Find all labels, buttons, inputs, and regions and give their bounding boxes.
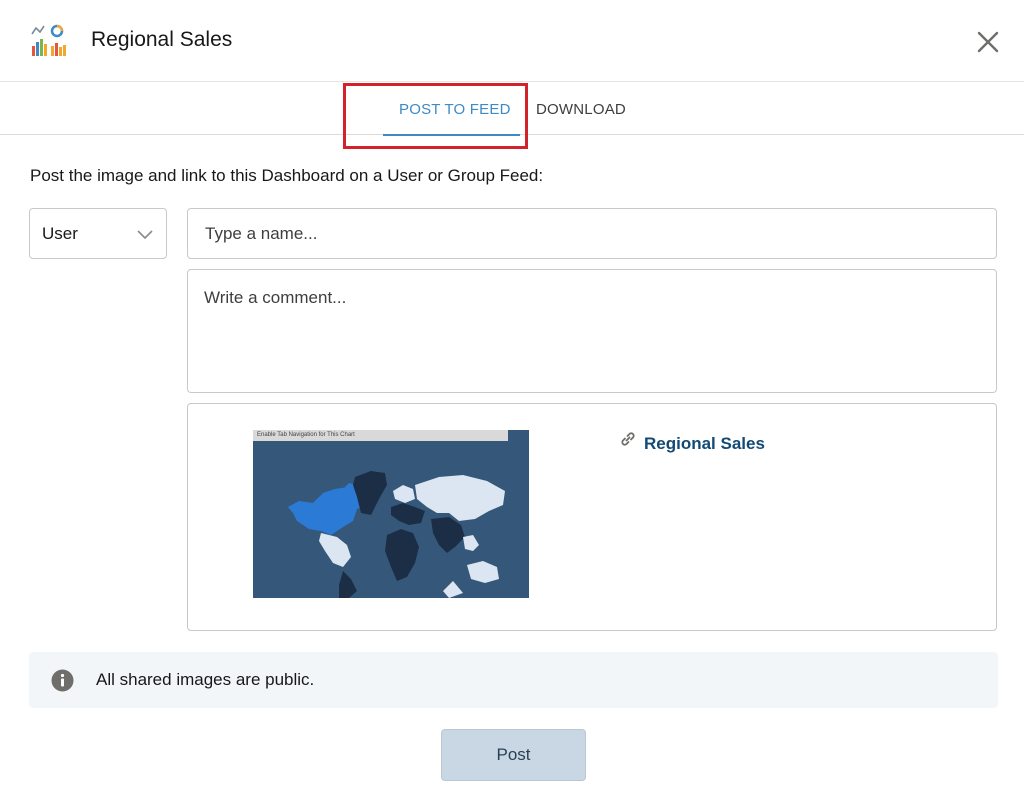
post-instruction: Post the image and link to this Dashboar… (30, 166, 544, 185)
notice-text: All shared images are public. (96, 670, 315, 689)
name-input[interactable] (187, 208, 997, 259)
public-images-notice: All shared images are public. (29, 652, 998, 708)
chevron-down-icon (137, 230, 153, 240)
comment-textarea[interactable] (187, 269, 997, 393)
modal-header: Regional Sales (0, 0, 1024, 82)
tab-download[interactable]: DOWNLOAD (536, 100, 626, 120)
dashboard-link[interactable]: Regional Sales (644, 433, 765, 455)
close-icon[interactable] (972, 26, 1004, 58)
feed-type-select[interactable]: User (29, 208, 167, 259)
modal-title: Regional Sales (91, 28, 233, 51)
thumbnail-banner: Enable Tab Navigation for This Chart (253, 430, 508, 441)
feed-type-value: User (42, 224, 78, 243)
info-icon (51, 669, 74, 692)
share-preview: Enable Tab Navigation for This Chart Reg… (187, 403, 997, 631)
post-button[interactable]: Post (441, 729, 586, 781)
thumbnail-banner-text: Enable Tab Navigation for This Chart (257, 432, 355, 438)
dashboard-chart-icon (31, 24, 66, 56)
world-map-image (253, 441, 529, 598)
tab-highlight-box (343, 83, 528, 149)
link-icon (621, 432, 635, 446)
dashboard-thumbnail: Enable Tab Navigation for This Chart (253, 430, 529, 598)
